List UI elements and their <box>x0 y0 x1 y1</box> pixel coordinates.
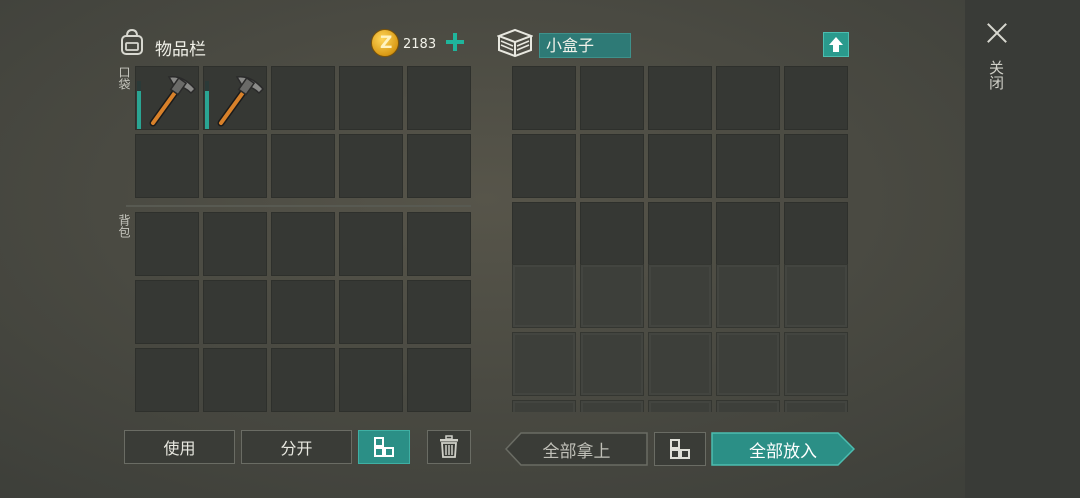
locked-container-grid <box>512 264 848 412</box>
pocket-label: 口袋 <box>117 66 131 90</box>
container-slot[interactable] <box>716 134 780 198</box>
backpack-label: 背包 <box>117 214 131 238</box>
locked-slot <box>648 332 712 396</box>
inventory-slot[interactable] <box>339 348 403 412</box>
inventory-slot[interactable] <box>407 134 471 198</box>
pocket-grid <box>135 66 471 198</box>
trash-button[interactable] <box>427 430 471 464</box>
inventory-slot[interactable] <box>203 348 267 412</box>
hammer-icon <box>217 76 265 127</box>
put-all-label: 全部放入 <box>749 441 817 462</box>
inventory-slot[interactable] <box>407 280 471 344</box>
backpack-grid <box>135 212 471 412</box>
locked-slot <box>784 332 848 396</box>
side-panel <box>965 0 1080 498</box>
take-all-label: 全部拿上 <box>542 441 611 462</box>
container-name[interactable]: 小盒子 <box>539 33 631 58</box>
container-slot[interactable] <box>512 134 576 198</box>
container-slot[interactable] <box>512 202 576 266</box>
inventory-slot[interactable] <box>339 66 403 130</box>
inventory-slot[interactable] <box>407 348 471 412</box>
container-slot[interactable] <box>648 134 712 198</box>
container-slot[interactable] <box>784 66 848 130</box>
inventory-slot[interactable] <box>339 212 403 276</box>
locked-slot <box>648 400 712 412</box>
inventory-slot[interactable] <box>271 134 335 198</box>
divider <box>126 205 471 207</box>
coin-count: 2183 <box>403 37 437 52</box>
close-label[interactable]: 关闭 <box>987 60 1005 90</box>
locked-slot <box>512 400 576 412</box>
locked-slot <box>512 264 576 328</box>
box-icon <box>497 28 533 58</box>
inventory-slot[interactable] <box>203 66 267 130</box>
locked-slot <box>716 332 780 396</box>
container-slot[interactable] <box>648 66 712 130</box>
locked-slot <box>580 264 644 328</box>
inventory-slot[interactable] <box>135 212 199 276</box>
container-slot[interactable] <box>580 66 644 130</box>
backpack-icon <box>121 28 143 55</box>
put-all-button[interactable]: 全部放入 <box>711 432 855 466</box>
inventory-title: 物品栏 <box>155 40 206 60</box>
container-slot[interactable] <box>512 66 576 130</box>
upload-button[interactable] <box>823 32 849 57</box>
inventory-slot[interactable] <box>407 212 471 276</box>
container-slot[interactable] <box>784 134 848 198</box>
locked-slot <box>580 400 644 412</box>
container-slot[interactable] <box>784 202 848 266</box>
sort-container-button[interactable] <box>654 432 706 466</box>
container-slot[interactable] <box>580 202 644 266</box>
add-coins-button[interactable] <box>445 32 465 52</box>
container-slot[interactable] <box>580 134 644 198</box>
use-button[interactable]: 使用 <box>124 430 235 464</box>
inventory-slot[interactable] <box>271 212 335 276</box>
split-button[interactable]: 分开 <box>241 430 352 464</box>
coin-icon <box>371 29 399 57</box>
grid-icon <box>374 437 394 457</box>
inventory-slot[interactable] <box>135 134 199 198</box>
container-slot[interactable] <box>648 202 712 266</box>
locked-slot <box>648 264 712 328</box>
locked-slot <box>784 264 848 328</box>
inventory-slot[interactable] <box>203 280 267 344</box>
container-slot[interactable] <box>716 66 780 130</box>
locked-slot <box>512 332 576 396</box>
locked-slot <box>716 400 780 412</box>
hammer-icon <box>149 76 197 127</box>
inventory-slot[interactable] <box>135 348 199 412</box>
inventory-slot[interactable] <box>271 66 335 130</box>
inventory-slot[interactable] <box>203 134 267 198</box>
inventory-slot[interactable] <box>135 66 199 130</box>
grid-icon <box>670 439 690 459</box>
inventory-slot[interactable] <box>271 280 335 344</box>
sort-inventory-button[interactable] <box>358 430 410 464</box>
locked-slot <box>580 332 644 396</box>
take-all-button[interactable]: 全部拿上 <box>505 432 648 466</box>
inventory-slot[interactable] <box>339 280 403 344</box>
inventory-slot[interactable] <box>407 66 471 130</box>
close-icon[interactable] <box>984 20 1010 46</box>
container-slot[interactable] <box>716 202 780 266</box>
inventory-slot[interactable] <box>135 280 199 344</box>
locked-slot <box>716 264 780 328</box>
trash-icon <box>440 435 458 458</box>
locked-slot <box>784 400 848 412</box>
arrow-up-icon <box>829 37 843 52</box>
inventory-slot[interactable] <box>203 212 267 276</box>
container-grid <box>512 66 848 266</box>
inventory-slot[interactable] <box>339 134 403 198</box>
inventory-slot[interactable] <box>271 348 335 412</box>
